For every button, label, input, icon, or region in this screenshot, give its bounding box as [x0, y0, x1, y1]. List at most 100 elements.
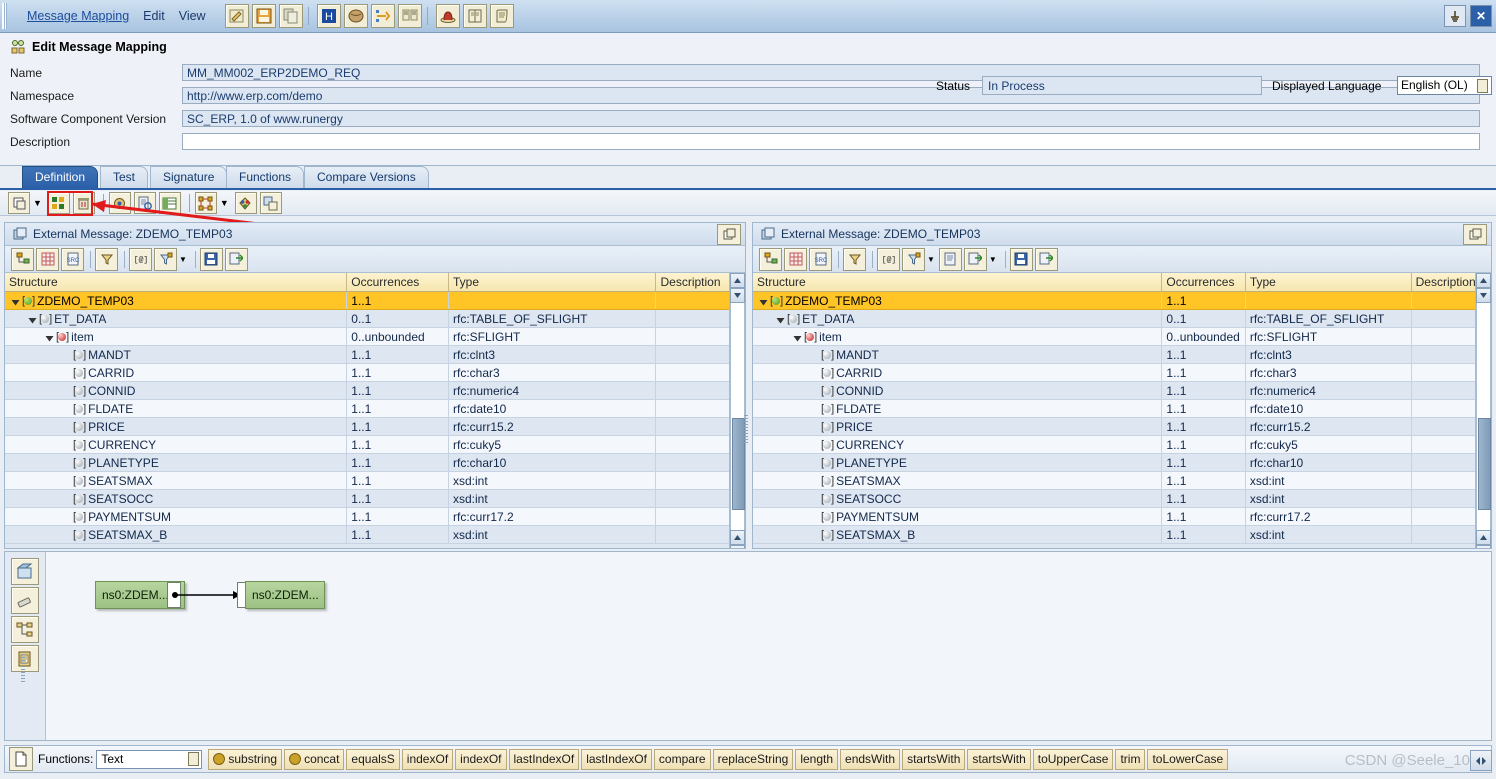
target-col-occurrences[interactable]: Occurrences — [1161, 273, 1246, 292]
clipboard-icon[interactable] — [11, 645, 39, 672]
new-document-icon[interactable] — [9, 747, 33, 771]
function-button-compare[interactable]: compare — [653, 748, 711, 770]
mapping-canvas[interactable]: ns0:ZDEM... ns0:ZDEM... — [4, 551, 1492, 741]
input-software-component-version[interactable]: SC_ERP, 1.0 of www.runergy — [182, 110, 1480, 127]
document-icon[interactable] — [938, 247, 962, 271]
table-row[interactable]: [] PLANETYPE 1..1 rfc:char10 — [5, 453, 745, 472]
function-button-startswith[interactable]: startsWith — [902, 748, 966, 770]
table-row[interactable]: [] FLDATE 1..1 rfc:date10 — [753, 399, 1491, 418]
hat-icon[interactable] — [435, 4, 460, 28]
chevron-down-icon[interactable] — [188, 752, 200, 766]
toolbar-grip[interactable] — [2, 3, 13, 29]
export-icon[interactable] — [224, 247, 248, 271]
tree-node-cell[interactable]: [] SEATSMAX — [753, 471, 1163, 490]
chevron-down-icon[interactable] — [1477, 78, 1488, 93]
chevron-down-icon[interactable]: ▼ — [927, 255, 935, 264]
tree-node-cell[interactable]: [] CURRENCY — [5, 435, 348, 454]
table-row[interactable]: [] ET_DATA 0..1 rfc:TABLE_OF_SFLIGHT — [5, 309, 745, 328]
tree-node-cell[interactable]: [] ZDEMO_TEMP03 — [753, 291, 1163, 310]
functions-category-select[interactable]: Text — [96, 749, 203, 769]
table-row[interactable]: [] SEATSMAX_B 1..1 xsd:int — [753, 525, 1491, 544]
close-button[interactable]: ✕ — [1470, 5, 1492, 27]
book-icon[interactable] — [462, 4, 487, 28]
scroll-down-button-top[interactable] — [1476, 288, 1491, 303]
grid-icon[interactable] — [36, 247, 59, 271]
pin-button[interactable] — [1444, 5, 1466, 27]
save-icon[interactable] — [251, 4, 276, 28]
menu-view[interactable]: View — [179, 9, 206, 23]
table-row[interactable]: [] SEATSOCC 1..1 xsd:int — [753, 489, 1491, 508]
table-row[interactable]: [] item 0..unbounded rfc:SFLIGHT — [753, 327, 1491, 346]
scroll-up-button-bottom[interactable] — [1476, 530, 1491, 545]
target-col-structure[interactable]: Structure — [753, 273, 1163, 292]
tree-expand-toggle-icon[interactable] — [11, 296, 20, 306]
namespace-icon[interactable]: [@] — [129, 247, 152, 271]
chevron-down-icon[interactable]: ▼ — [33, 198, 42, 208]
namespace-icon[interactable]: [@] — [877, 247, 900, 271]
tree-node-cell[interactable]: [] CARRID — [5, 363, 348, 382]
table-row[interactable]: [] PRICE 1..1 rfc:curr15.2 — [753, 417, 1491, 436]
chevron-down-icon[interactable]: ▼ — [179, 255, 187, 264]
filter-icon[interactable] — [95, 247, 118, 271]
table-row[interactable]: [] CONNID 1..1 rfc:numeric4 — [753, 381, 1491, 400]
export-icon[interactable] — [1034, 247, 1058, 271]
tree-expand-toggle-icon[interactable] — [45, 332, 54, 342]
function-button-concat[interactable]: concat — [284, 748, 345, 770]
scroll-up-button-bottom[interactable] — [730, 530, 745, 545]
tree-node-cell[interactable]: [] ZDEMO_TEMP03 — [5, 291, 348, 310]
grid-icon[interactable] — [784, 247, 807, 271]
target-vertical-scrollbar[interactable] — [1475, 273, 1491, 548]
layout-graph-icon[interactable] — [11, 616, 39, 643]
tree-node-cell[interactable]: [] MANDT — [5, 345, 348, 364]
pan-tool-icon[interactable] — [11, 558, 39, 585]
tree-node-cell[interactable]: [] SEATSMAX_B — [5, 525, 348, 544]
dependencies-icon[interactable] — [194, 192, 217, 214]
filter-icon[interactable] — [843, 247, 866, 271]
table-row[interactable]: [] PAYMENTSUM 1..1 rfc:curr17.2 — [753, 507, 1491, 526]
table-view-icon[interactable] — [158, 192, 181, 214]
copy-mapping-icon[interactable] — [259, 192, 282, 214]
menu-message-mapping[interactable]: Message Mapping — [27, 9, 129, 23]
target-map-node[interactable]: ns0:ZDEM... — [245, 581, 325, 609]
history-icon[interactable]: H — [316, 4, 341, 28]
tree-node-cell[interactable]: [] FLDATE — [753, 399, 1163, 418]
tree-node-cell[interactable]: [] SEATSMAX_B — [753, 525, 1163, 544]
function-button-lastindexof[interactable]: lastIndexOf — [508, 748, 580, 770]
target-col-type[interactable]: Type — [1245, 273, 1412, 292]
table-row[interactable]: [] SEATSMAX_B 1..1 xsd:int — [5, 525, 745, 544]
copy-icon[interactable] — [278, 4, 303, 28]
delete-icon[interactable] — [72, 192, 95, 214]
table-row[interactable]: [] CURRENCY 1..1 rfc:cuky5 — [753, 435, 1491, 454]
chevron-down-icon[interactable]: ▼ — [989, 255, 997, 264]
scroll-up-button[interactable] — [730, 273, 745, 288]
tree-node-cell[interactable]: [] PLANETYPE — [5, 453, 348, 472]
table-row[interactable]: [] PLANETYPE 1..1 rfc:char10 — [753, 453, 1491, 472]
export-doc-icon[interactable] — [963, 247, 987, 271]
tree-expand-toggle-icon[interactable] — [793, 332, 802, 342]
tree-node-cell[interactable]: [] PRICE — [753, 417, 1163, 436]
table-row[interactable]: [] CONNID 1..1 rfc:numeric4 — [5, 381, 745, 400]
document-check-icon[interactable] — [133, 192, 156, 214]
tree-node-cell[interactable]: [] PAYMENTSUM — [5, 507, 348, 526]
table-row[interactable]: [] SEATSOCC 1..1 xsd:int — [5, 489, 745, 508]
horizontal-splitter-grip[interactable] — [744, 415, 748, 443]
table-row[interactable]: [] MANDT 1..1 rfc:clnt3 — [753, 345, 1491, 364]
tree-node-cell[interactable]: [] MANDT — [753, 345, 1163, 364]
tab-test[interactable]: Test — [100, 166, 149, 188]
select-displayed-language[interactable]: English (OL) — [1397, 76, 1492, 95]
source-panel-maximize-button[interactable] — [717, 224, 741, 245]
source-icon[interactable]: SRC — [61, 247, 84, 271]
table-row[interactable]: [] PAYMENTSUM 1..1 rfc:curr17.2 — [5, 507, 745, 526]
tree-expand-toggle-icon[interactable] — [759, 296, 768, 306]
table-row[interactable]: [] ZDEMO_TEMP03 1..1 — [5, 291, 745, 310]
find-icon[interactable] — [1009, 247, 1033, 271]
object-icon[interactable] — [343, 4, 368, 28]
scroll-thumb[interactable] — [1478, 418, 1491, 510]
table-row[interactable]: [] ET_DATA 0..1 rfc:TABLE_OF_SFLIGHT — [753, 309, 1491, 328]
tab-signature[interactable]: Signature — [150, 166, 228, 188]
table-row[interactable]: [] CURRENCY 1..1 rfc:cuky5 — [5, 435, 745, 454]
canvas-rail-grip[interactable] — [21, 654, 25, 682]
tree-node-cell[interactable]: [] PRICE — [5, 417, 348, 436]
filter-dropdown-icon[interactable] — [902, 247, 925, 271]
scroll-down-button[interactable] — [1476, 545, 1491, 548]
